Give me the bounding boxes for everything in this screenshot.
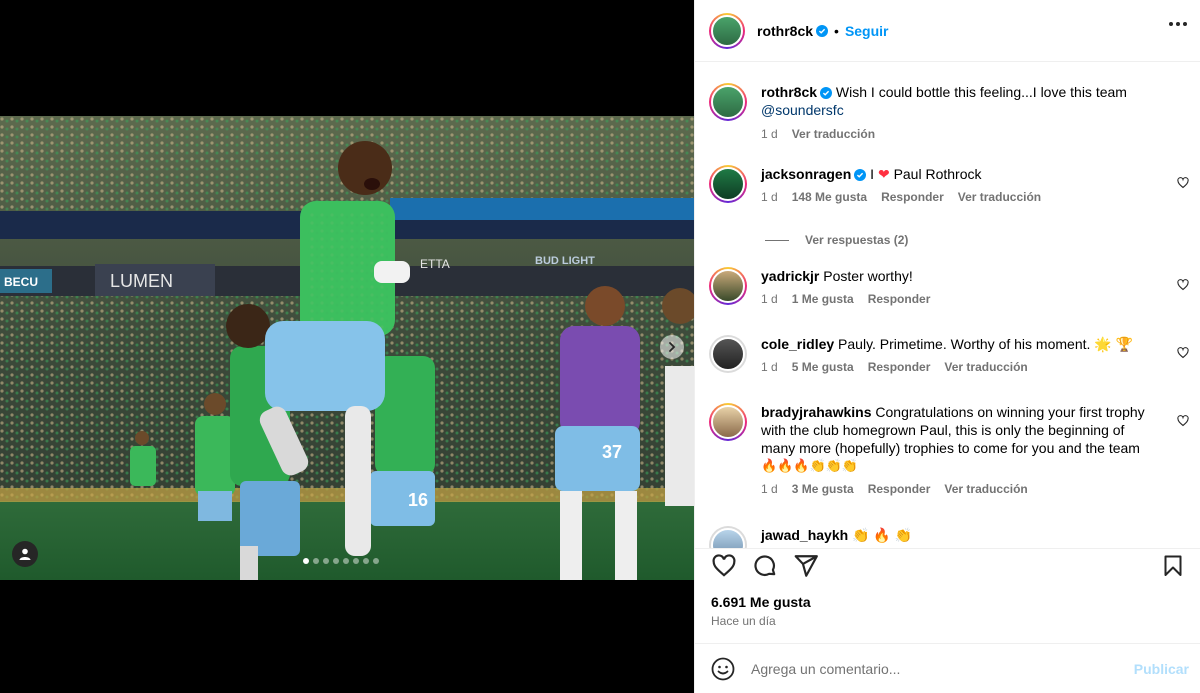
comment-avatar[interactable] [709,526,747,548]
shirt-number-16: 16 [408,490,428,510]
heart-emoji: ❤ [877,166,890,182]
comment-time[interactable]: 1 d [761,481,778,497]
comment-likes[interactable]: 3 Me gusta [792,481,854,497]
comment-emojis: 🔥🔥🔥👏👏👏 [761,458,859,473]
banner-becu: BECU [4,275,38,289]
banner-etta: ETTA [420,257,450,271]
comment-item: yadrickjr Poster worthy! 1 d 1 Me gusta … [709,267,1189,307]
comment-text: 👏 🔥 👏 [852,527,913,543]
translate-button[interactable]: Ver traducción [944,359,1027,375]
caption-username[interactable]: rothr8ck [761,84,817,100]
comment-item: jawad_haykh 👏 🔥 👏 [709,526,1189,548]
comment-likes[interactable]: 148 Me gusta [792,189,867,205]
comment-likes[interactable]: 1 Me gusta [792,291,854,307]
caption-mention-link[interactable]: @soundersfc [761,102,844,118]
carousel-dot [313,558,319,564]
post-media: BECU LUMEN ETTA BUD LIGHT 16 37 [0,0,694,693]
view-replies-button[interactable]: Ver respuestas (2) [765,233,908,247]
caption-time[interactable]: 1 d [761,126,778,142]
comment-time[interactable]: 1 d [761,359,778,375]
caption-text: Wish I could bottle this feeling...I lov… [835,84,1127,100]
caption-translate-button[interactable]: Ver traducción [792,126,875,142]
carousel-dot [323,558,329,564]
share-send-icon[interactable] [793,553,819,579]
banner-bud-light: BUD LIGHT [535,255,595,267]
caption: rothr8ck Wish I could bottle this feelin… [709,83,1189,142]
chevron-right-icon [669,342,676,352]
author-username[interactable]: rothr8ck [757,23,813,39]
comment-input[interactable] [751,660,1111,677]
comment-username[interactable]: cole_ridley [761,336,834,352]
carousel-dot [353,558,359,564]
post-time[interactable]: Hace un día [711,614,776,628]
like-comment-heart-icon[interactable] [1177,347,1189,359]
reply-button[interactable]: Responder [868,359,931,375]
banner-lumen: LUMEN [110,271,173,291]
comment-text: Pauly. Primetime. Worthy of his moment. … [838,336,1134,352]
comment-item: cole_ridley Pauly. Primetime. Worthy of … [709,335,1189,375]
post-photo[interactable]: BECU LUMEN ETTA BUD LIGHT 16 37 [0,116,694,580]
post-actions [695,548,1200,578]
comment-avatar[interactable] [709,403,747,441]
save-bookmark-icon[interactable] [1161,553,1185,579]
carousel-dot [333,558,339,564]
comment-text-before: I [870,166,875,182]
comment-text-after: Paul Rothrock [893,166,982,182]
tagged-users-button[interactable] [12,541,38,567]
author-avatar[interactable] [709,12,745,49]
verified-badge-icon [816,24,829,37]
reply-button[interactable]: Responder [868,291,931,307]
carousel-dot [363,558,369,564]
caption-avatar[interactable] [709,83,747,121]
user-icon [19,548,31,560]
like-comment-heart-icon[interactable] [1177,177,1189,189]
follow-button[interactable]: Seguir [845,23,889,39]
carousel-dot [303,558,309,564]
comment-likes[interactable]: 5 Me gusta [792,359,854,375]
view-replies-label: Ver respuestas (2) [805,233,909,247]
likes-count[interactable]: 6.691 Me gusta [711,594,811,610]
comment-avatar[interactable] [709,335,747,373]
translate-button[interactable]: Ver traducción [944,481,1027,497]
translate-button[interactable]: Ver traducción [958,189,1041,205]
shirt-number-37: 37 [602,442,622,462]
reply-button[interactable]: Responder [868,481,931,497]
emoji-icon[interactable] [711,657,735,681]
header-separator: • [834,22,839,39]
comment-avatar[interactable] [709,267,747,305]
comment-username[interactable]: jawad_haykh [761,527,848,543]
carousel-dot [373,558,379,564]
like-heart-icon[interactable] [711,553,737,579]
like-comment-heart-icon[interactable] [1177,279,1189,291]
reply-button[interactable]: Responder [881,189,944,205]
comment-text: Poster worthy! [823,268,913,284]
post-side-panel: rothr8ck • Seguir rothr8ck Wish I could … [694,0,1200,693]
comment-avatar[interactable] [709,165,747,203]
verified-badge-icon [820,87,833,99]
comment-username[interactable]: bradyjrahawkins [761,404,872,420]
carousel-dot [343,558,349,564]
comment-bubble-icon[interactable] [752,553,778,579]
post-dialog: BECU LUMEN ETTA BUD LIGHT 16 37 rothr8ck… [0,0,1200,693]
comment-item: jacksonragen I ❤ Paul Rothrock 1 d 148 M… [709,165,1189,205]
comment-time[interactable]: 1 d [761,291,778,307]
post-header: rothr8ck • Seguir [695,0,1200,62]
comments-list[interactable]: rothr8ck Wish I could bottle this feelin… [695,63,1200,548]
verified-badge-icon [854,169,867,181]
comment-username[interactable]: yadrickjr [761,268,819,284]
comment-time[interactable]: 1 d [761,189,778,205]
replies-line [765,239,789,241]
comment-username[interactable]: jacksonragen [761,166,851,182]
comment-item: bradyjrahawkins Congratulations on winni… [709,403,1189,497]
carousel-next-button[interactable] [660,335,684,359]
carousel-indicator [303,558,379,564]
like-comment-heart-icon[interactable] [1177,415,1189,427]
more-options-icon[interactable] [1169,22,1187,26]
publish-button[interactable]: Publicar [1134,661,1189,677]
add-comment-bar: Publicar [695,643,1200,693]
